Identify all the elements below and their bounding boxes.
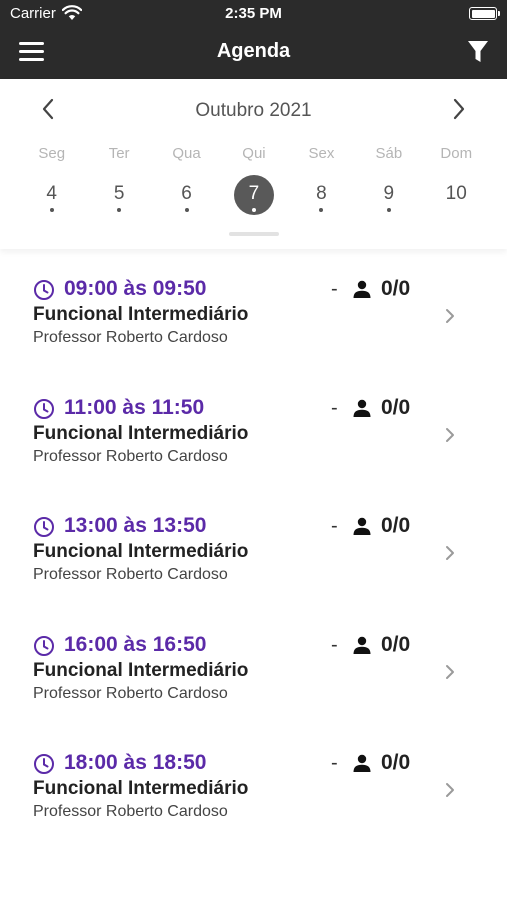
- event-dot: [117, 208, 122, 212]
- class-list-item[interactable]: 09:00 às 09:50 - 0/0 Funcional Intermediári…: [0, 275, 507, 394]
- class-name: Funcional Intermediário: [33, 659, 249, 681]
- day-number-circle: 5: [99, 175, 139, 215]
- weekday-label: Sáb: [375, 145, 403, 162]
- separator: -: [331, 515, 338, 537]
- class-time: 18:00 às 18:50: [64, 751, 207, 774]
- day-number-circle: 8: [301, 175, 341, 215]
- weekday-label: Seg: [38, 145, 66, 162]
- chevron-right-icon: [446, 427, 454, 442]
- day-number-circle: 7: [233, 175, 274, 215]
- day-number: 4: [46, 183, 57, 204]
- day-9[interactable]: Sáb 9: [355, 145, 422, 225]
- status-bar: Carrier 2:35 PM: [0, 0, 507, 28]
- battery-icon: [469, 7, 500, 20]
- day-6[interactable]: Qua 6: [153, 145, 220, 225]
- chevron-right-icon: [446, 546, 454, 560]
- person-icon: [353, 636, 371, 654]
- class-time: 13:00 às 13:50: [64, 514, 207, 537]
- top-bar: Carrier 2:35 PM Agenda: [0, 0, 507, 79]
- navigation-bar: Agenda: [0, 28, 507, 79]
- day-number-circle: 6: [167, 175, 207, 215]
- person-icon: [353, 399, 371, 417]
- day-number: 10: [445, 183, 467, 204]
- person-icon: [353, 517, 371, 535]
- event-dot: [184, 208, 189, 212]
- chevron-right-icon: [446, 664, 454, 679]
- status-time: 2:35 PM: [225, 5, 282, 22]
- class-list-item[interactable]: 18:00 às 18:50 - 0/0 Funcional Intermediári…: [0, 749, 507, 868]
- day-number-circle: 9: [369, 175, 409, 215]
- drag-handle[interactable]: [229, 232, 279, 236]
- teacher-name: Professor Roberto Cardoso: [33, 803, 228, 820]
- weekday-label: Ter: [108, 145, 130, 162]
- clock-icon: [34, 635, 54, 656]
- page-title: Agenda: [216, 40, 291, 62]
- separator: -: [331, 633, 338, 656]
- day-number-circle: 4: [32, 175, 72, 215]
- weekday-label: Qui: [242, 145, 266, 162]
- teacher-name: Professor Roberto Cardoso: [33, 684, 228, 702]
- spots-count: 0/0: [381, 395, 411, 419]
- day-5[interactable]: Ter 5: [85, 145, 152, 225]
- day-number: 5: [113, 183, 125, 204]
- next-month-icon[interactable]: [449, 97, 469, 121]
- day-number: 8: [316, 183, 327, 204]
- class-name: Funcional Intermediário: [33, 422, 249, 444]
- weekday-label: Sex: [308, 145, 335, 162]
- separator: -: [331, 752, 338, 774]
- person-icon: [353, 280, 371, 298]
- clock-icon: [34, 280, 54, 300]
- event-dot: [251, 208, 256, 212]
- class-time: 16:00 às 16:50: [64, 632, 207, 656]
- class-list-item[interactable]: 16:00 às 16:50 - 0/0 Funcional Intermediári…: [0, 631, 507, 750]
- clock-icon: [34, 517, 54, 537]
- class-list: 09:00 às 09:50 - 0/0 Funcional Intermediári…: [0, 275, 507, 868]
- person-icon: [353, 754, 371, 772]
- filter-icon[interactable]: [467, 40, 489, 64]
- day-7[interactable]: Qui 7: [220, 145, 287, 225]
- class-name: Funcional Intermediário: [33, 541, 249, 562]
- day-10[interactable]: Dom 10: [423, 145, 490, 225]
- class-name: Funcional Intermediário: [33, 778, 249, 799]
- day-number: 7: [248, 183, 260, 204]
- day-number-circle: 10: [436, 175, 476, 215]
- class-name: Funcional Intermediário: [33, 304, 249, 325]
- separator: -: [331, 278, 338, 300]
- class-time: 11:00 às 11:50: [64, 395, 205, 419]
- chevron-right-icon: [446, 783, 454, 797]
- event-dot: [319, 208, 324, 212]
- teacher-name: Professor Roberto Cardoso: [33, 566, 228, 583]
- teacher-name: Professor Roberto Cardoso: [33, 329, 228, 346]
- separator: -: [331, 396, 338, 419]
- spots-count: 0/0: [381, 277, 411, 300]
- days-row: Seg 4 Ter 5 Qua 6 Qui 7 Sex 8 Sáb 9 Dom 10: [18, 145, 490, 225]
- month-label: Outubro 2021: [195, 100, 312, 121]
- chevron-right-icon: [446, 309, 454, 323]
- event-dot: [49, 208, 54, 212]
- class-list-item[interactable]: 13:00 às 13:50 - 0/0 Funcional Intermediári…: [0, 512, 507, 631]
- teacher-name: Professor Roberto Cardoso: [33, 447, 228, 465]
- day-4[interactable]: Seg 4: [18, 145, 85, 225]
- day-8[interactable]: Sex 8: [288, 145, 355, 225]
- spots-count: 0/0: [381, 632, 411, 656]
- event-dot: [386, 208, 391, 212]
- spots-count: 0/0: [381, 514, 411, 537]
- clock-icon: [34, 754, 54, 774]
- class-time: 09:00 às 09:50: [64, 277, 207, 300]
- spots-count: 0/0: [381, 751, 411, 774]
- day-number: 6: [181, 183, 192, 204]
- weekday-label: Dom: [440, 145, 473, 162]
- clock-icon: [34, 398, 54, 419]
- weekday-label: Qua: [172, 145, 201, 162]
- week-calendar: Outubro 2021 Seg 4 Ter 5 Qua 6 Qui 7 Sex 8 Sáb 9 Dom…: [0, 79, 507, 249]
- class-list-item[interactable]: 11:00 às 11:50 - 0/0 Funcional Intermediári…: [0, 394, 507, 513]
- day-number: 9: [383, 183, 395, 204]
